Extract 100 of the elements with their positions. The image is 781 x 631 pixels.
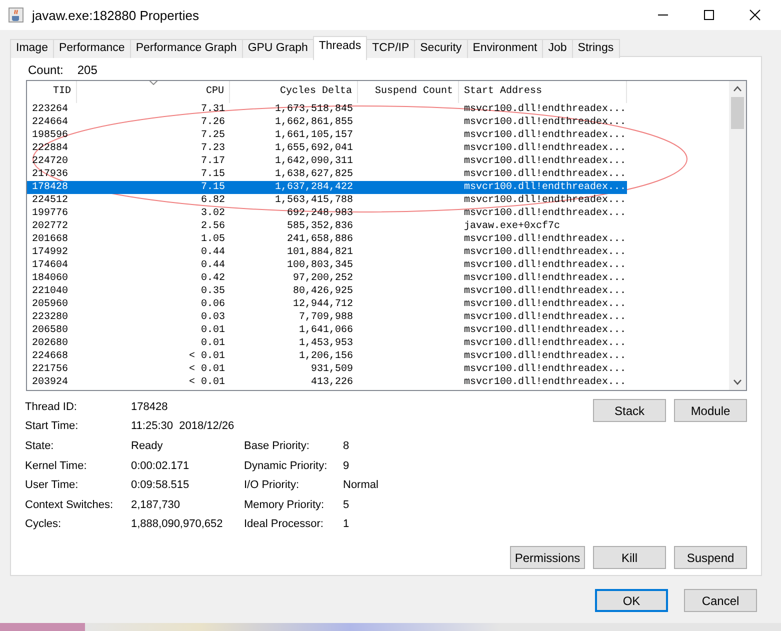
table-cell-text: msvcr100.dll!endthreadex... [463,272,627,285]
count-label: Count: [28,63,64,79]
table-row[interactable]: 217936 7.15 1,638,627,825 msvcr100.dll!endthreadex... [27,168,627,181]
window-title: javaw.exe:182880 Properties [32,8,199,22]
field-value: Normal [343,479,378,492]
field-value: 0:00:02.171 [131,460,190,472]
tab[interactable]: Environment [466,39,544,58]
close-icon[interactable] [749,9,761,21]
scroll-thumb[interactable] [731,97,744,129]
column-header[interactable]: CPU [77,81,230,103]
table-row[interactable]: 222884 7.23 1,655,692,041 msvcr100.dll!endthreadex... [27,142,627,155]
tab[interactable]: Performance Graph [130,39,243,58]
field-label: Context Switches: [25,498,114,511]
column-header[interactable]: Suspend Count [358,81,459,103]
action-button[interactable]: Module [674,399,747,422]
tab[interactable]: Strings [572,39,620,58]
table-row[interactable]: 184060 0.42 97,200,252 msvcr100.dll!endthreadex... [27,272,627,285]
table-cell-text: msvcr100.dll!endthreadex... [463,116,627,129]
table-cell-text: 80,426,925 [292,285,354,298]
field-value: Ready [131,440,164,452]
table-cell-text: msvcr100.dll!endthreadex... [463,324,627,337]
field-value: 1 [343,518,350,530]
table-cell-text: 1,642,090,311 [274,155,354,168]
maximize-icon[interactable] [703,9,715,21]
table-row[interactable]: 206580 0.01 1,641,066 msvcr100.dll!endthreadex... [27,324,627,337]
action-button[interactable]: Kill [593,546,666,569]
table-cell-text: 203924 [31,376,70,389]
table-cell-text: msvcr100.dll!endthreadex... [463,285,627,298]
tab[interactable]: Threads [312,36,368,60]
table-row[interactable]: 203924 < 0.01 413,226 msvcr100.dll!endthreadex... [27,376,627,389]
table-cell-text: 0.01 [200,337,226,350]
table-cell-text: 692,248,983 [286,207,354,220]
table-cell-text: 241,658,886 [286,233,354,246]
table-cell-text: 1,453,953 [298,337,354,350]
action-button[interactable]: Permissions [510,546,585,569]
column-header[interactable]: Cycles Delta [230,81,358,103]
table-row[interactable]: 201668 1.05 241,658,886 msvcr100.dll!endthreadex... [27,233,627,246]
table-row[interactable]: 174992 0.44 101,884,821 msvcr100.dll!endthreadex... [27,246,627,259]
table-cell-text: 1,638,627,825 [274,168,354,181]
table-cell-text: 1,206,156 [298,350,354,363]
table-cell-text: 198596 [31,129,70,142]
column-header[interactable]: Start Address [459,81,627,103]
table-row[interactable]: 174604 0.44 100,803,345 msvcr100.dll!endthreadex... [27,259,627,272]
tab[interactable]: TCP/IP [366,39,416,58]
table-cell-text: 1,563,415,788 [274,194,354,207]
table-cell-text: 217936 [31,168,70,181]
table-cell-text: 174604 [31,259,70,272]
cancel-button[interactable]: Cancel [684,589,757,612]
table-cell-text: 7.15 [200,181,226,194]
field-label: Dynamic Priority: [244,460,328,472]
table-cell-text: msvcr100.dll!endthreadex... [463,129,627,142]
ok-button[interactable]: OK [595,589,668,612]
field-value: 5 [343,498,350,511]
scrollbar[interactable] [729,81,746,390]
table-cell-text: msvcr100.dll!endthreadex... [463,103,627,116]
table-cell-text: 100,803,345 [286,259,354,272]
field-label: Kernel Time: [25,460,88,472]
table-cell-text: msvcr100.dll!endthreadex... [463,142,627,155]
field-label: Cycles: [25,518,62,530]
table-row[interactable]: 224668 < 0.01 1,206,156 msvcr100.dll!endthreadex... [27,350,627,363]
table-row[interactable]: 223264 7.31 1,673,518,845 msvcr100.dll!endthreadex... [27,103,627,116]
tab[interactable]: GPU Graph [242,39,314,58]
table-cell-text: 3.02 [200,207,226,220]
action-button[interactable]: Stack [593,399,666,422]
field-value: 2,187,730 [131,498,181,511]
table-cell-text: 931,509 [310,363,354,376]
action-button[interactable]: Suspend [674,546,747,569]
field-value: 1,888,090,970,652 [131,518,224,530]
table-row[interactable]: 223280 0.03 7,709,988 msvcr100.dll!endthreadex... [27,311,627,324]
table-row[interactable]: 202680 0.01 1,453,953 msvcr100.dll!endthreadex... [27,337,627,350]
table-cell-text: 1.05 [200,233,226,246]
table-cell-text: 12,944,712 [292,298,354,311]
column-header[interactable]: TID [27,81,77,103]
table-cell-text: 223280 [31,311,70,324]
table-row[interactable]: 224664 7.26 1,662,861,855 msvcr100.dll!endthreadex... [27,116,627,129]
table-row[interactable]: 205960 0.06 12,944,712 msvcr100.dll!endthreadex... [27,298,627,311]
table-row[interactable]: 199776 3.02 692,248,983 msvcr100.dll!endthreadex... [27,207,627,220]
table-cell-text: 206580 [31,324,70,337]
table-cell-text: msvcr100.dll!endthreadex... [463,246,627,259]
table-row[interactable]: 198596 7.25 1,661,105,157 msvcr100.dll!endthreadex... [27,129,627,142]
table-row[interactable]: 224720 7.17 1,642,090,311 msvcr100.dll!endthreadex... [27,155,627,168]
table-cell-text: 205960 [31,298,70,311]
table-cell-text: 0.44 [200,259,226,272]
tab[interactable]: Image [10,39,54,58]
table-cell-text: 0.35 [200,285,226,298]
table-cell-text: 0.42 [200,272,226,285]
table-cell-text: 101,884,821 [286,246,354,259]
table-row[interactable]: 221756 < 0.01 931,509 msvcr100.dll!endthreadex... [27,363,627,376]
tab[interactable]: Job [542,39,573,58]
field-label: Ideal Processor: [244,518,324,530]
table-cell-text: 1,662,861,855 [274,116,354,129]
tab[interactable]: Performance [52,39,131,58]
table-row[interactable]: 221040 0.35 80,426,925 msvcr100.dll!endthreadex... [27,285,627,298]
table-cell-text: 7.15 [200,168,226,181]
table-row[interactable]: 224512 6.82 1,563,415,788 msvcr100.dll!endthreadex... [27,194,627,207]
table-row[interactable]: 178428 7.15 1,637,284,422 msvcr100.dll!endthreadex... [27,181,627,194]
tab[interactable]: Security [414,39,468,58]
table-cell-text: 199776 [31,207,70,220]
table-row[interactable]: 202772 2.56 585,352,836 javaw.exe+0xcf7c [27,220,627,233]
table-cell-text: 2.56 [200,220,226,233]
